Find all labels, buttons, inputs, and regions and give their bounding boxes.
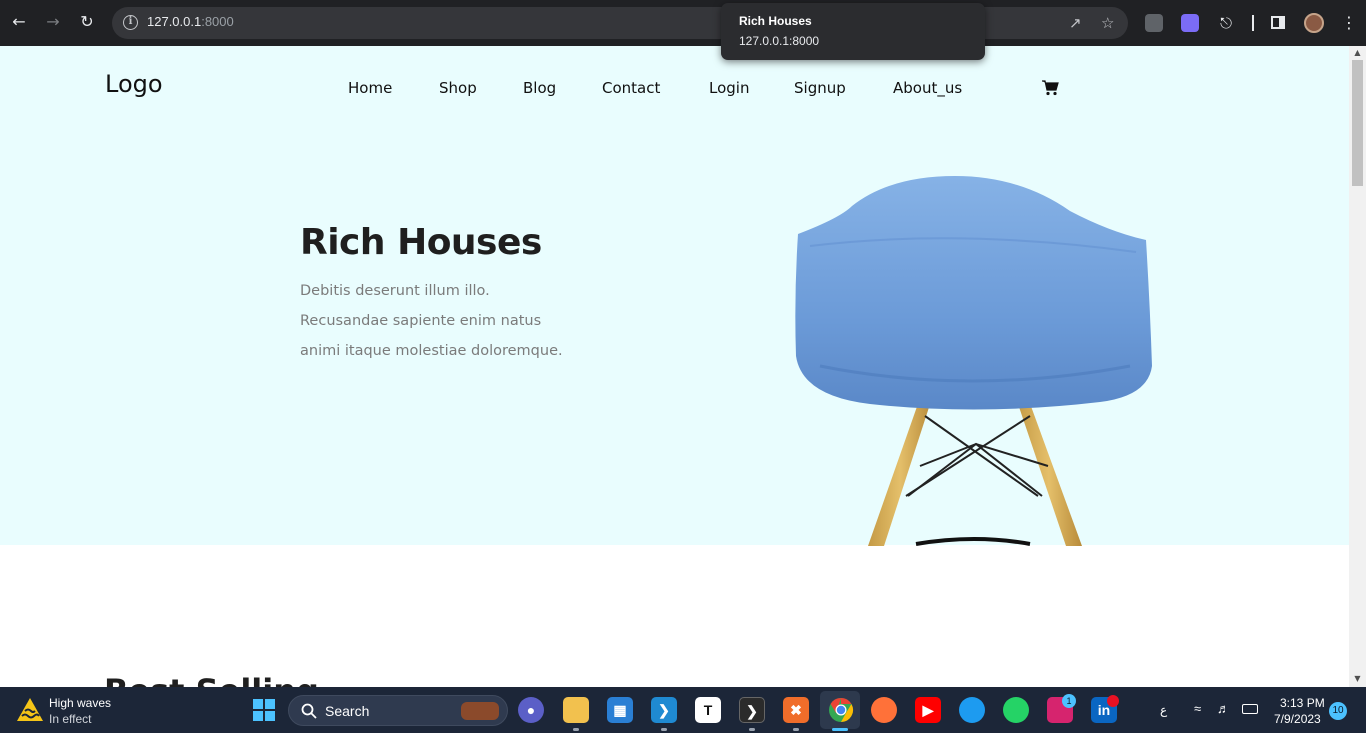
nav-contact[interactable]: Contact	[602, 79, 660, 97]
app-running-indicator	[573, 728, 579, 731]
hero-text-line-3: animi itaque molestiae doloremque.	[300, 343, 563, 359]
address-url[interactable]: 127.0.0.1:8000	[147, 14, 234, 29]
teams-chat-icon[interactable]: ●	[518, 697, 544, 723]
windows-start-icon[interactable]	[253, 699, 275, 721]
scroll-down-arrow-icon[interactable]: ▼	[1353, 674, 1362, 683]
volume-icon[interactable]: ♬	[1217, 701, 1230, 716]
web-page: Logo Home Shop Blog Contact Login Signup…	[0, 46, 1349, 687]
terminal-icon[interactable]: ❯	[739, 697, 765, 723]
search-icon	[301, 703, 317, 719]
share-icon[interactable]: ↗	[1069, 14, 1082, 32]
nav-signup[interactable]: Signup	[794, 79, 846, 97]
app-running-indicator	[661, 728, 667, 731]
scroll-thumb[interactable]	[1352, 60, 1363, 186]
instagram-badge: 1	[1062, 694, 1076, 708]
input-language[interactable]: ع	[1160, 703, 1167, 717]
search-highlight-image	[461, 702, 499, 720]
app-running-indicator	[793, 728, 799, 731]
taskbar-search[interactable]: Search	[288, 695, 508, 726]
search-label: Search	[325, 703, 370, 719]
nav-login[interactable]: Login	[709, 79, 749, 97]
clock-time[interactable]: 3:13 PM	[1280, 696, 1325, 710]
nav-about[interactable]: About_us	[893, 79, 962, 97]
site-logo[interactable]: Logo	[105, 70, 163, 98]
tooltip-url: 127.0.0.1:8000	[739, 34, 820, 48]
extension-translate-icon[interactable]	[1181, 14, 1199, 32]
clock-date[interactable]: 7/9/2023	[1274, 712, 1321, 726]
windows-taskbar: High waves In effect Search ● ▦ ❯ T ❯ ✖ …	[0, 687, 1366, 733]
browser-toolbar: ← → ↻ i 127.0.0.1:8000 ↗ ☆ ⎋ ⋮	[0, 0, 1366, 46]
weather-title: High waves	[49, 696, 112, 710]
weather-subtitle: In effect	[49, 712, 92, 726]
profile-avatar[interactable]	[1304, 13, 1324, 33]
hero-text-line-2: Recusandae sapiente enim natus	[300, 313, 542, 329]
linkedin-notification-dot	[1107, 695, 1119, 707]
scroll-up-arrow-icon[interactable]: ▲	[1353, 48, 1362, 57]
warning-waves-icon	[17, 698, 43, 721]
app-running-indicator	[749, 728, 755, 731]
extensions-puzzle-icon[interactable]: ⎋	[1215, 12, 1237, 34]
battery-icon[interactable]	[1242, 704, 1258, 714]
back-arrow-icon[interactable]: ←	[8, 11, 30, 33]
tooltip-title: Rich Houses	[739, 14, 812, 28]
active-app-indicator	[832, 728, 848, 731]
more-menu-icon[interactable]: ⋮	[1338, 12, 1360, 34]
xampp-icon[interactable]: ✖	[783, 697, 809, 723]
youtube-icon[interactable]: ▶	[915, 697, 941, 723]
hero-text-line-1: Debitis deserunt illum illo.	[300, 283, 490, 299]
file-explorer-icon[interactable]	[563, 697, 589, 723]
forward-arrow-icon[interactable]: →	[42, 11, 64, 33]
tab-tooltip: Rich Houses 127.0.0.1:8000	[721, 3, 985, 60]
wifi-icon[interactable]: ≈	[1194, 701, 1201, 716]
firefox-icon[interactable]	[871, 697, 897, 723]
typora-icon[interactable]: T	[695, 697, 721, 723]
side-panel-icon[interactable]	[1271, 16, 1285, 29]
microsoft-store-icon[interactable]: ▦	[607, 697, 633, 723]
chrome-icon[interactable]	[828, 697, 854, 723]
reload-icon[interactable]: ↻	[76, 11, 98, 33]
hero-section: Logo Home Shop Blog Contact Login Signup…	[0, 46, 1349, 546]
site-info-icon[interactable]: i	[123, 15, 138, 30]
nav-shop[interactable]: Shop	[439, 79, 477, 97]
bookmark-star-icon[interactable]: ☆	[1101, 14, 1114, 32]
cart-icon[interactable]	[1041, 80, 1059, 96]
notification-count-badge[interactable]: 10	[1329, 702, 1347, 720]
page-scrollbar[interactable]: ▲ ▼	[1349, 46, 1366, 687]
twitter-icon[interactable]	[959, 697, 985, 723]
nav-blog[interactable]: Blog	[523, 79, 556, 97]
section-heading-peek: Best Selling	[104, 672, 319, 687]
nav-home[interactable]: Home	[348, 79, 392, 97]
vscode-icon[interactable]: ❯	[651, 697, 677, 723]
extension-feather-icon[interactable]	[1145, 14, 1163, 32]
whatsapp-icon[interactable]	[1003, 697, 1029, 723]
chair-image	[795, 176, 1152, 546]
toolbar-divider	[1252, 15, 1254, 31]
hero-title: Rich Houses	[300, 222, 542, 263]
